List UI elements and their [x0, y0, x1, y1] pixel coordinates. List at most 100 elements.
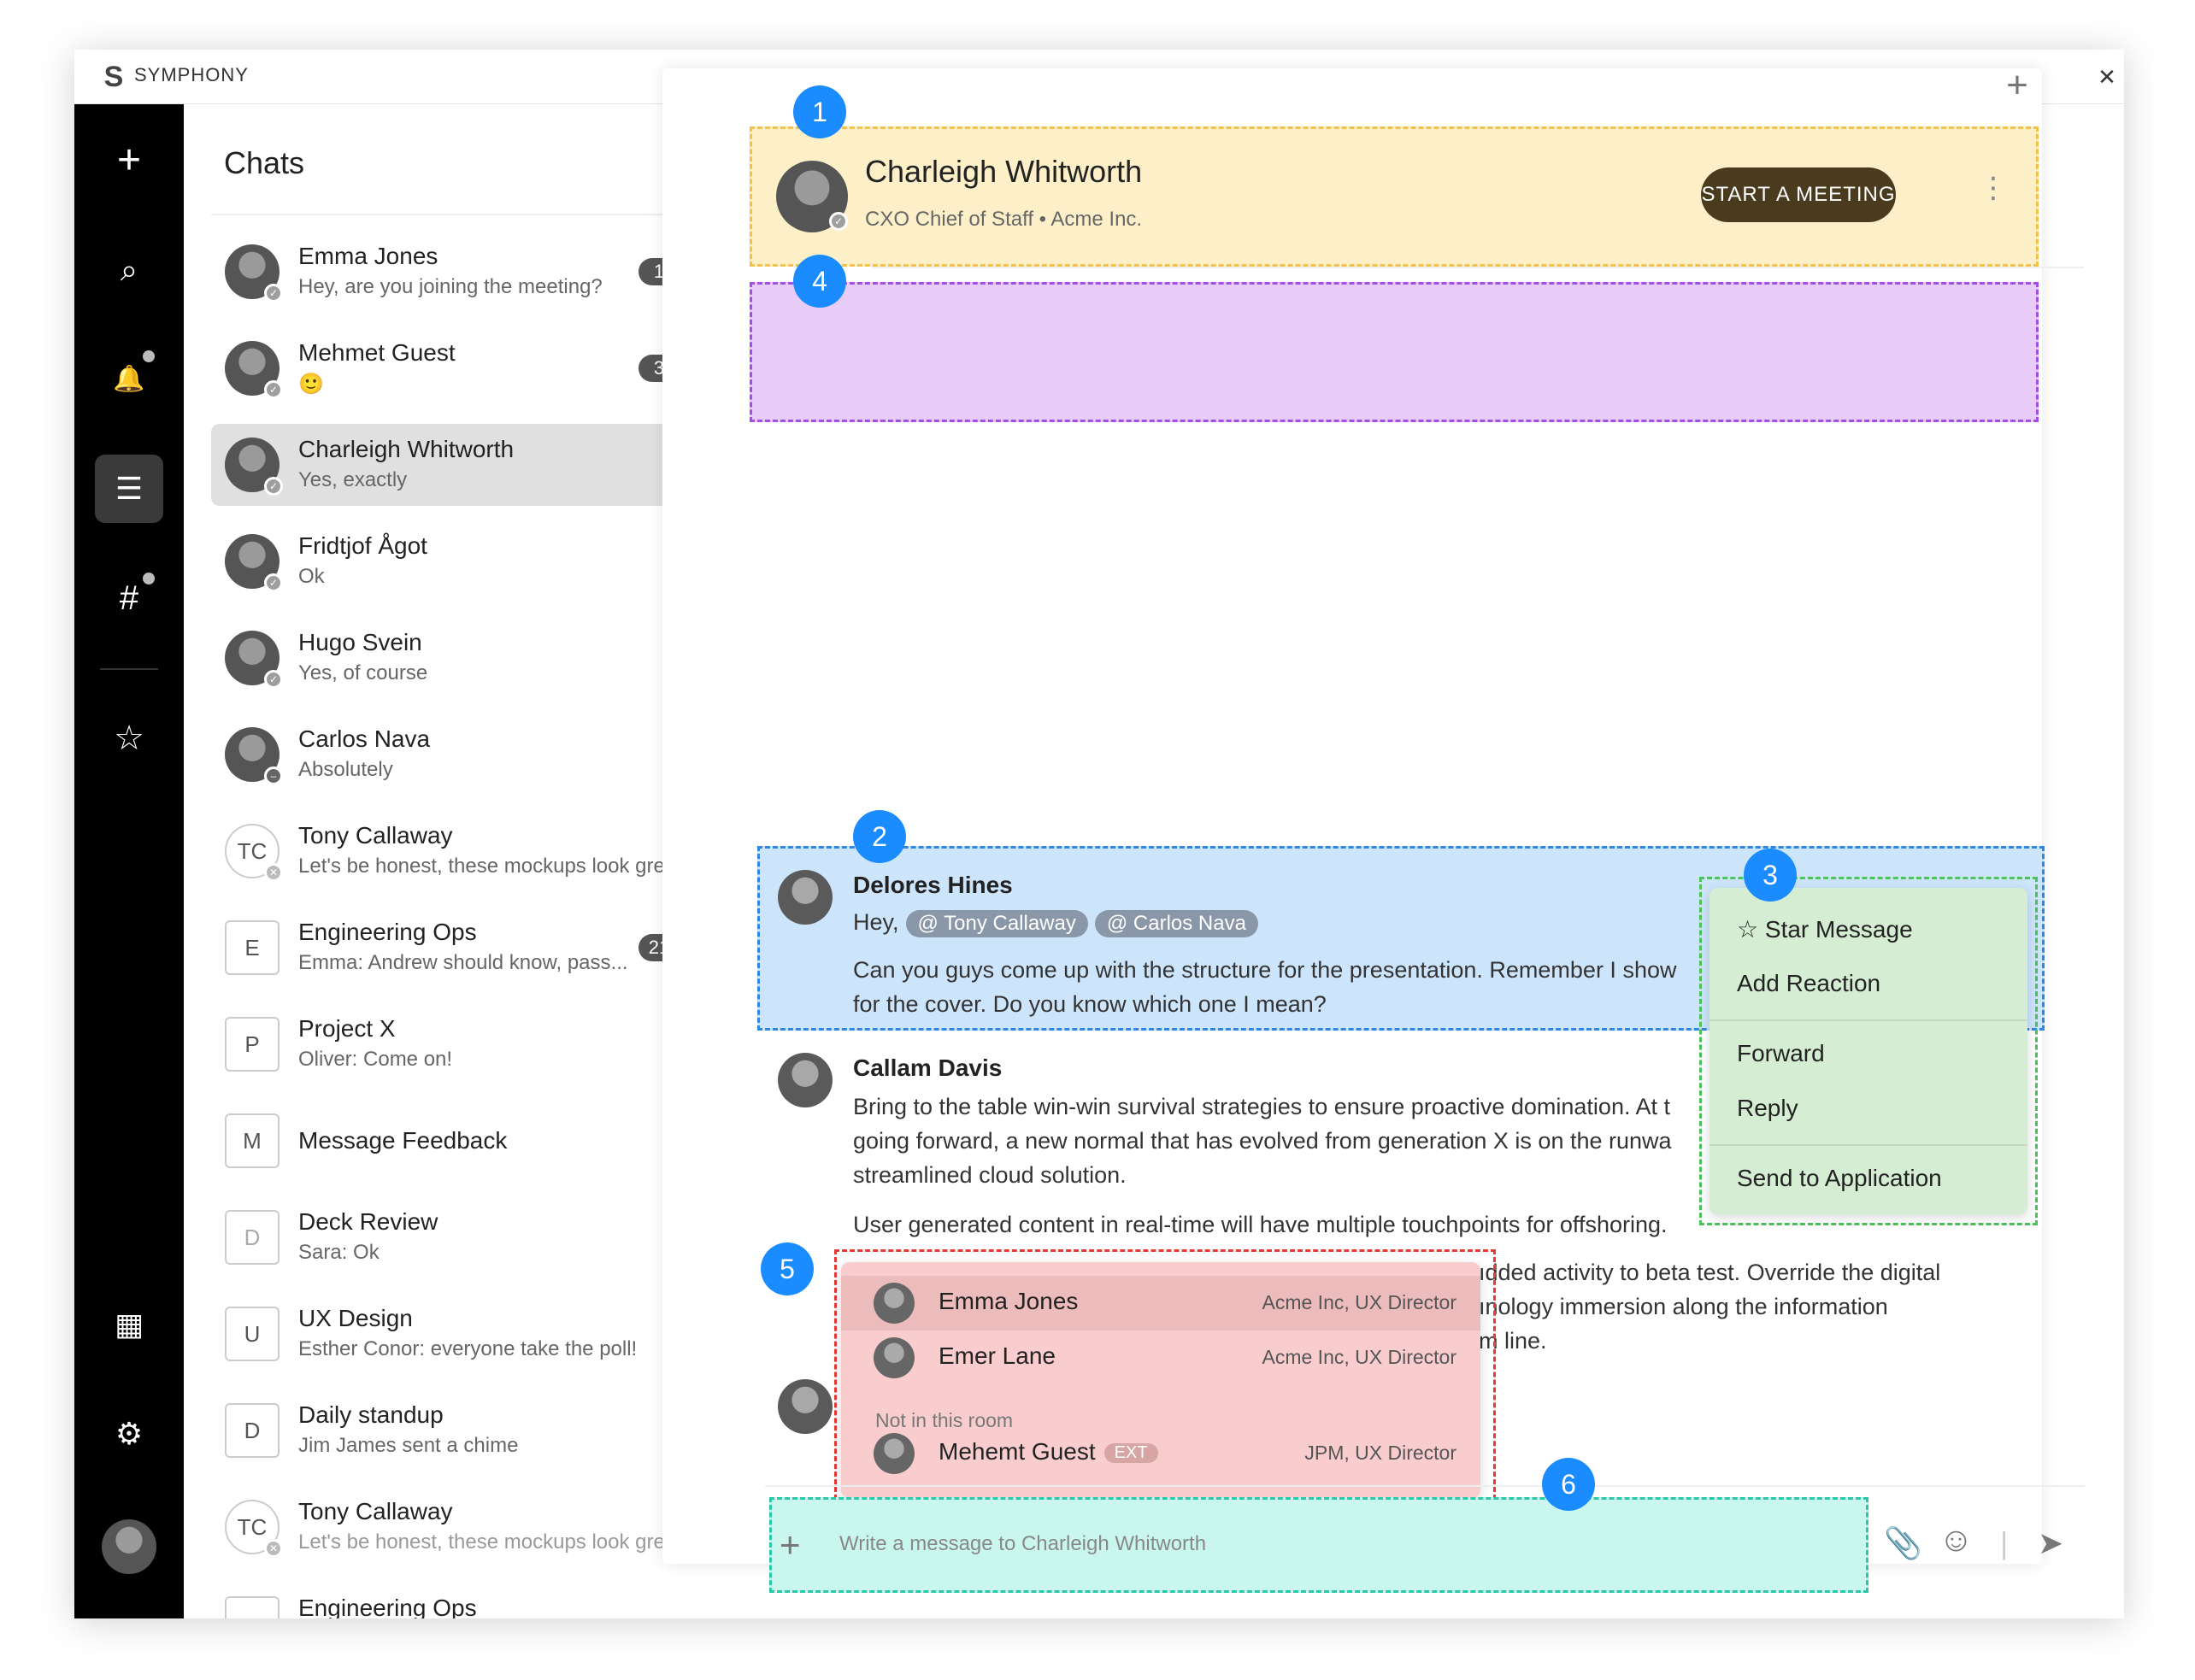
avatar: [874, 1337, 915, 1378]
chat-item-hugo-svein[interactable]: ✓ Hugo Svein Yes, of course: [211, 617, 707, 699]
chat-item-emma-jones[interactable]: ✓ Emma Jones Hey, are you joining the me…: [211, 231, 707, 313]
send-icon[interactable]: ➤: [2038, 1525, 2063, 1561]
chat-item-name: Mehmet Guest: [298, 339, 456, 366]
more-vertical-icon[interactable]: ⋮: [1979, 171, 2008, 205]
chat-item-fridtjof-agot[interactable]: ✓ Fridtjof Ågot Ok: [211, 520, 707, 602]
message-line: Bring to the table win-win survival stra…: [853, 1094, 1670, 1119]
chat-item-preview: Jim James sent a chime: [298, 1434, 519, 1457]
chat-item-preview: Oliver: Come on!: [298, 1048, 453, 1071]
chat-item-charleigh-whitworth[interactable]: ✓ Charleigh Whitworth Yes, exactly: [211, 424, 707, 506]
marker-1: 1: [793, 85, 846, 138]
menu-item-add-reaction[interactable]: Add Reaction: [1737, 970, 1880, 997]
message-input[interactable]: Write a message to Charleigh Whitworth: [839, 1532, 1206, 1556]
emoji-icon[interactable]: ☺: [1939, 1521, 1974, 1560]
chats-icon[interactable]: ☰: [95, 455, 163, 523]
divider: |: [2000, 1525, 2009, 1560]
chat-item-preview: Absolutely: [298, 758, 393, 781]
message-line: Can you guys come up with the structure …: [853, 957, 1677, 983]
chat-list-title: Chats: [224, 145, 305, 180]
new-tab-plus-icon[interactable]: +: [1992, 60, 2043, 111]
message-line: User generated content in real-time will…: [853, 1212, 1668, 1237]
chat-item-engineering-ops-2[interactable]: Engineering Ops: [211, 1583, 707, 1618]
avatar: [874, 1283, 915, 1324]
chat-item-daily-standup[interactable]: D Daily standup Jim James sent a chime: [211, 1389, 707, 1471]
avatar[interactable]: [778, 870, 833, 925]
message-text: Hey, @ Tony Callaway @ Carlos Nava: [853, 909, 1258, 937]
attach-paperclip-icon[interactable]: 📎: [1884, 1525, 1922, 1561]
presence-icon: ✓: [264, 670, 283, 689]
menu-item-forward[interactable]: Forward: [1737, 1040, 1825, 1067]
chat-item-preview: Yes, of course: [298, 661, 428, 684]
chat-item-preview: Hey, are you joining the meeting?: [298, 275, 603, 298]
chat-item-name: Engineering Ops: [298, 919, 477, 945]
channels-unread-dot: [143, 573, 155, 584]
chat-item-name: Carlos Nava: [298, 725, 431, 752]
message-context-menu: ☆ Star Message Add Reaction Forward Repl…: [1710, 888, 2027, 1214]
settings-gear-icon[interactable]: ⚙: [95, 1400, 163, 1468]
store-icon[interactable]: ▦: [95, 1290, 163, 1359]
chat-item-name: Fridtjof Ågot: [298, 532, 427, 559]
presence-icon: ✓: [264, 477, 283, 496]
chat-item-tony-callaway-2[interactable]: TC ✕ Tony Callaway Let's be honest, thes…: [211, 1486, 707, 1568]
chat-item-ux-design[interactable]: U UX Design Esther Conor: everyone take …: [211, 1293, 707, 1375]
menu-item-label: Star Message: [1764, 916, 1913, 943]
chat-item-preview: Sara: Ok: [298, 1241, 380, 1264]
menu-item-star-message[interactable]: ☆ Star Message: [1737, 915, 1913, 943]
banner-slot-highlight: [750, 282, 2039, 422]
rail-divider: [100, 668, 158, 670]
divider: [1710, 1019, 2027, 1021]
mention-option-mehemt-guest[interactable]: Mehemt Guest EXT JPM, UX Director: [841, 1426, 1480, 1481]
message-line: for the cover. Do you know which one I m…: [853, 991, 1327, 1017]
mention-option-emma-jones[interactable]: Emma Jones Acme Inc, UX Director: [841, 1276, 1480, 1330]
chat-item-name: Tony Callaway: [298, 822, 453, 849]
chat-item-name: Deck Review: [298, 1208, 438, 1235]
chat-item-name: Message Feedback: [298, 1127, 508, 1154]
app-title: SYMPHONY: [134, 64, 249, 85]
divider: [765, 1485, 2085, 1487]
mention-chip[interactable]: @ Tony Callaway: [905, 910, 1088, 937]
chat-item-deck-review[interactable]: D Deck Review Sara: Ok: [211, 1196, 707, 1278]
room-initial: M: [225, 1113, 280, 1168]
chat-item-preview: Esther Conor: everyone take the poll!: [298, 1337, 638, 1360]
conversation-subtitle: CXO Chief of Staff • Acme Inc.: [865, 208, 1143, 231]
menu-item-send-to-application[interactable]: Send to Application: [1737, 1165, 1942, 1192]
marker-3: 3: [1744, 849, 1797, 902]
chat-item-preview: 🙂: [298, 373, 324, 396]
room-initial: P: [225, 1017, 280, 1072]
new-chat-button[interactable]: +: [95, 126, 163, 195]
divider: [872, 267, 2084, 268]
chat-item-name: Charleigh Whitworth: [298, 436, 515, 462]
close-button[interactable]: ✕: [2088, 58, 2124, 96]
chat-item-tony-callaway[interactable]: TC ✕ Tony Callaway Let's be honest, thes…: [211, 810, 707, 892]
room-initial: E: [225, 920, 280, 975]
chat-item-message-feedback[interactable]: M Message Feedback: [211, 1100, 707, 1182]
menu-item-reply[interactable]: Reply: [1737, 1095, 1798, 1122]
chat-item-engineering-ops[interactable]: E Engineering Ops Emma: Andrew should kn…: [211, 907, 707, 989]
chat-item-project-x[interactable]: P Project X Oliver: Come on!: [211, 1003, 707, 1085]
mention-option-role: JPM, UX Director: [1304, 1442, 1456, 1464]
avatar[interactable]: [778, 1053, 833, 1107]
mention-name: Tony Callaway: [944, 912, 1076, 935]
composer-plus-icon[interactable]: +: [780, 1524, 801, 1565]
avatar: [874, 1433, 915, 1474]
marker-5: 5: [761, 1242, 814, 1295]
star-icon[interactable]: ☆: [95, 704, 163, 772]
chat-item-name: UX Design: [298, 1305, 413, 1331]
avatar[interactable]: [778, 1379, 833, 1434]
room-initial: D: [225, 1210, 280, 1265]
message-line: ıdded activity to beta test. Override th…: [1479, 1260, 1941, 1285]
mention-option-name: Mehemt Guest EXT: [939, 1438, 1158, 1466]
mention-chip[interactable]: @ Carlos Nava: [1094, 910, 1258, 937]
presence-offline-icon: ✕: [264, 1539, 283, 1558]
presence-icon: ✓: [264, 284, 283, 303]
search-icon[interactable]: ⌕: [95, 236, 163, 304]
room-initial: [225, 1596, 280, 1618]
chat-item-mehmet-guest[interactable]: ✓ Mehmet Guest 🙂 3: [211, 327, 707, 409]
message-line: going forward, a new normal that has evo…: [853, 1128, 1672, 1154]
my-avatar[interactable]: [102, 1519, 156, 1574]
nav-rail: + ⌕ 🔔 ☰ # ☆ ▦ ⚙: [74, 104, 184, 1618]
chat-item-carlos-nava[interactable]: – Carlos Nava Absolutely: [211, 714, 707, 796]
start-meeting-button[interactable]: START A MEETING: [1701, 167, 1896, 222]
mention-option-name: Emer Lane: [939, 1342, 1056, 1369]
mention-option-emer-lane[interactable]: Emer Lane Acme Inc, UX Director: [841, 1330, 1480, 1385]
